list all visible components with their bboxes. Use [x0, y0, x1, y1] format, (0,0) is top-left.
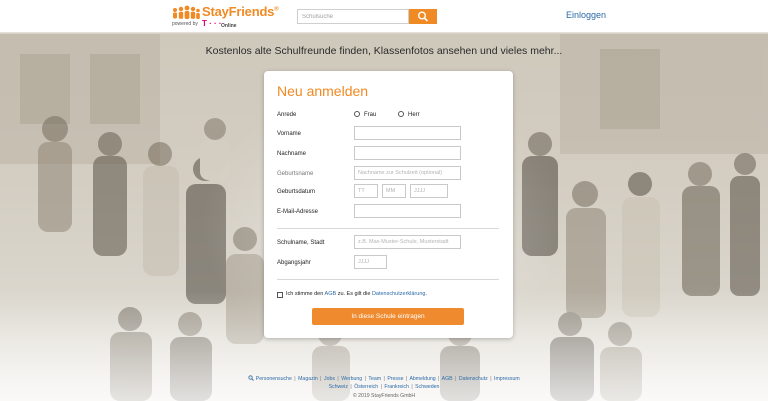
footer-link-presse[interactable]: Presse: [387, 376, 403, 382]
logo-wordmark: StayFriends®: [202, 4, 279, 19]
stayfriends-logo[interactable]: StayFriends® powered by T · · · Online: [172, 3, 279, 31]
form-divider: [277, 228, 499, 229]
footer-separator: |: [455, 376, 457, 382]
last-name-label: Nachname: [277, 151, 307, 157]
first-name-field[interactable]: [354, 126, 461, 140]
footer-link-frankreich[interactable]: Frankreich: [384, 384, 409, 390]
telekom-logo-icon: T · · ·: [202, 19, 222, 28]
search-icon: [248, 375, 255, 381]
email-label: E-Mail-Adresse: [277, 209, 319, 215]
footer-links-row-2: Schweiz | Österreich | Frankreich | Schw…: [0, 384, 768, 390]
copyright: © 2019 StayFriends GmbH: [352, 393, 416, 399]
footer-separator: |: [350, 384, 352, 390]
footer-separator: |: [337, 376, 339, 382]
footer-links-row-1: Personensuche | Magazin | Jobs | Werbung…: [0, 375, 768, 382]
search-icon: [417, 11, 428, 22]
salutation-label: Anrede: [277, 112, 297, 118]
footer-link-magazin[interactable]: Magazin: [298, 376, 318, 382]
salutation-herr-label[interactable]: Herr: [408, 112, 420, 118]
online-text: Online: [221, 23, 237, 29]
last-name-field[interactable]: [354, 146, 461, 160]
footer-link-jobs[interactable]: Jobs: [324, 376, 335, 382]
footer-separator: |: [405, 376, 408, 382]
birth-day-field[interactable]: [354, 184, 378, 198]
tagline: Kostenlos alte Schulfreunde finden, Klas…: [205, 45, 563, 57]
signup-form: Neu anmelden Anrede Frau Herr Vorname Na…: [264, 71, 513, 338]
footer-separator: |: [380, 384, 382, 390]
footer-separator: |: [364, 376, 366, 382]
footer-link-team[interactable]: Team: [368, 376, 381, 382]
footer-link-datenschutz[interactable]: Datenschutz: [459, 376, 488, 382]
footer-link-personensuche[interactable]: Personensuche: [248, 375, 292, 382]
graduation-year-label: Abgangsjahr: [277, 260, 311, 266]
birth-year-field[interactable]: [410, 184, 448, 198]
footer-link-werbung[interactable]: Werbung: [341, 376, 362, 382]
graduation-year-field[interactable]: [354, 255, 387, 269]
school-search: [297, 9, 437, 24]
footer-link-schweden[interactable]: Schweden: [415, 384, 439, 390]
first-name-label: Vorname: [277, 131, 302, 137]
footer-link-oesterreich[interactable]: Österreich: [354, 384, 378, 390]
footer-link-agb[interactable]: AGB: [442, 376, 453, 382]
email-field[interactable]: [354, 204, 461, 218]
login-link[interactable]: Einloggen: [566, 10, 606, 20]
form-divider-2: [277, 279, 499, 280]
privacy-link[interactable]: Datenschutzerklärung: [372, 291, 426, 297]
form-title: Neu anmelden: [277, 83, 369, 99]
salutation-herr-radio[interactable]: [398, 111, 404, 117]
footer-link-abmeldung[interactable]: Abmeldung: [409, 376, 435, 382]
footer-separator: |: [320, 376, 322, 382]
submit-button[interactable]: In diese Schule eintragen: [312, 308, 464, 325]
powered-by-text: powered by: [172, 21, 198, 27]
birth-name-label: Geburtsname: [277, 171, 314, 177]
birth-month-field[interactable]: [382, 184, 406, 198]
footer-separator: |: [383, 376, 385, 382]
footer-separator: |: [294, 376, 296, 382]
birth-name-field[interactable]: [354, 166, 461, 180]
footer-separator: |: [411, 384, 413, 390]
school-field[interactable]: [354, 235, 461, 249]
search-button[interactable]: [409, 9, 437, 24]
footer-link-impressum[interactable]: Impressum: [494, 376, 520, 382]
footer-separator: |: [490, 376, 492, 382]
site-header: StayFriends® powered by T · · · Online E…: [0, 0, 768, 33]
agb-link[interactable]: AGB: [325, 291, 337, 297]
birth-date-label: Geburtsdatum: [277, 189, 316, 195]
salutation-frau-radio[interactable]: [354, 111, 360, 117]
people-logo-icon: [173, 5, 200, 19]
school-search-input[interactable]: [297, 9, 409, 24]
salutation-frau-label[interactable]: Frau: [364, 112, 376, 118]
footer-link-schweiz[interactable]: Schweiz: [329, 384, 348, 390]
terms-consent-text: Ich stimme den AGB zu. Es gilt die Daten…: [286, 291, 427, 297]
school-label: Schulname, Stadt: [277, 240, 325, 246]
footer-separator: |: [438, 376, 440, 382]
terms-checkbox[interactable]: [277, 292, 283, 298]
